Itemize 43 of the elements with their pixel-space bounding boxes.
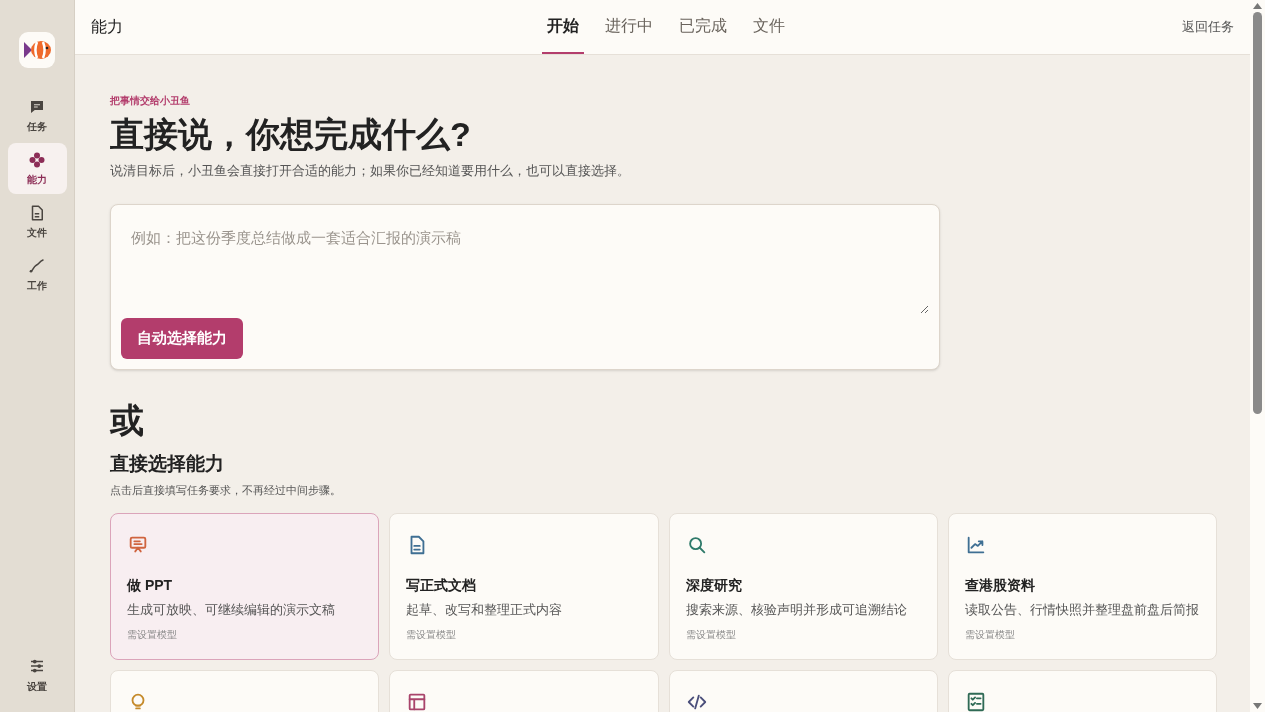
scroll-down-icon[interactable] <box>1253 703 1262 709</box>
sidebar-item[interactable]: 工作 <box>7 249 67 300</box>
eyebrow-text: 把事情交给小丑鱼 <box>110 94 191 108</box>
main-heading: 直接说，你想完成什么? <box>110 114 472 155</box>
card-title: 深度研究 <box>685 575 743 595</box>
sliders-icon <box>28 657 46 675</box>
card-title: 查港股资料 <box>964 575 1036 595</box>
scroll-up-icon[interactable] <box>1253 3 1262 9</box>
settings-button[interactable]: 设置 <box>27 657 47 694</box>
logo-icon[interactable] <box>19 32 55 68</box>
card-note: 需设置模型 <box>127 628 178 642</box>
card-note: 需设置模型 <box>964 628 1016 642</box>
prompt-field[interactable]: 例如：把这份季度总结做成一套适合汇报的演示稿 <box>121 214 929 314</box>
prompt-box[interactable]: 例如：把这份季度总结做成一套适合汇报的演示稿 自动选择能力 <box>110 203 940 370</box>
card-description: 读取公告、行情快照并整理盘前盘后简报 <box>964 600 1200 619</box>
tab[interactable]: 开始 <box>542 0 584 54</box>
page-title: 能力 <box>91 17 123 37</box>
capability-card[interactable]: 做 PPT 生成可放映、可继续编辑的演示文稿 需设置模型 <box>110 512 380 660</box>
capability-card[interactable]: 查港股资料 读取公告、行情快照并整理盘前盘后简报 需设置模型 <box>947 512 1217 660</box>
tab[interactable]: 已完成 <box>674 0 732 54</box>
capability-card[interactable]: 深度研究 搜索来源、核验声明并形成可追溯结论 需设置模型 <box>668 512 938 660</box>
card-note: 需设置模型 <box>685 628 737 642</box>
flower-icon <box>28 150 46 169</box>
capability-card[interactable]: 写正式文档 起草、改写和整理正式内容 需设置模型 <box>389 512 659 660</box>
card-note: 需设置模型 <box>406 628 458 642</box>
sidebar-item[interactable]: 能力 <box>7 143 67 194</box>
tab[interactable]: 进行中 <box>600 0 658 54</box>
card-title: 写正式文档 <box>406 575 478 595</box>
card-description: 起草、改写和整理正式内容 <box>406 600 564 619</box>
section-heading: 直接选择能力 <box>110 451 225 476</box>
sidebar-item[interactable]: 文件 <box>7 196 67 247</box>
intro-description: 说清目标后，小丑鱼会直接打开合适的能力；如果你已经知道要用什么，也可以直接选择。 <box>110 162 631 180</box>
sidebar-item[interactable]: 任务 <box>7 90 67 141</box>
card-description: 搜索来源、核验声明并形成可追溯结论 <box>685 600 908 619</box>
auto-select-button[interactable]: 自动选择能力 <box>121 317 243 359</box>
tab[interactable]: 文件 <box>748 0 790 54</box>
or-label: 或 <box>110 399 145 441</box>
curve-icon <box>28 256 46 275</box>
card-title: 做 PPT <box>127 575 174 595</box>
back-link[interactable]: 返回任务 <box>1182 17 1234 37</box>
scrollbar[interactable] <box>1250 0 1265 712</box>
section-subtitle: 点击后直接填写任务要求，不再经过中间步骤。 <box>110 483 342 498</box>
card-description: 生成可放映、可继续编辑的演示文稿 <box>127 600 336 619</box>
